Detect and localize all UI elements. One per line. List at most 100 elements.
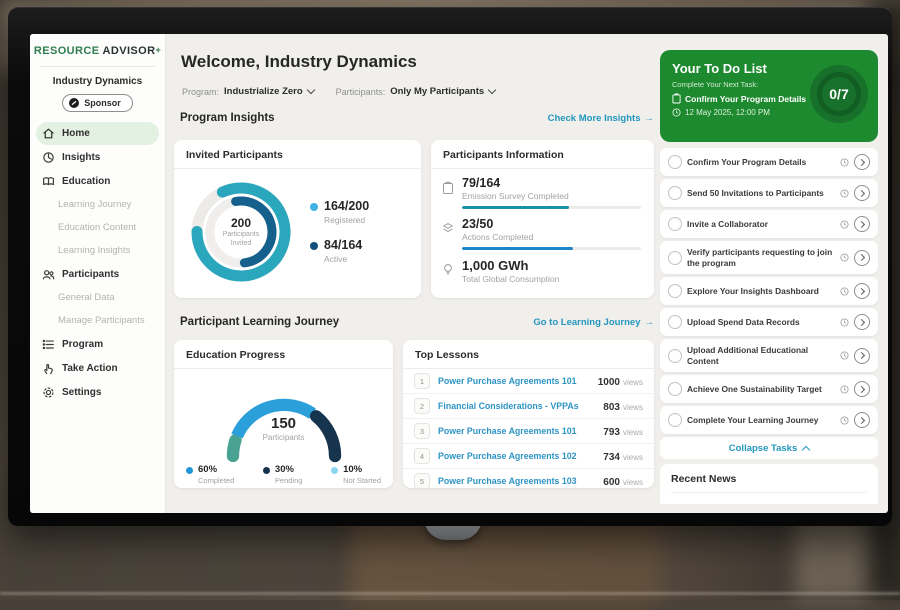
- not-started-dot-icon: [331, 467, 338, 474]
- participants-filter[interactable]: Participants: Only My Participants: [336, 86, 496, 97]
- monitor-bezel: RESOURCE ADVISOR+ Industry Dynamics Spon…: [8, 7, 892, 526]
- lesson-row: 2 Financial Considerations - VPPAs 803vi…: [403, 394, 654, 419]
- task-checkbox[interactable]: [668, 284, 682, 298]
- logo-plus: +: [155, 45, 161, 55]
- chevron-right-icon[interactable]: [854, 216, 870, 232]
- logo-advisor: ADVISOR: [103, 45, 156, 57]
- task-checkbox[interactable]: [668, 251, 682, 265]
- active-label: Active: [324, 254, 362, 264]
- task-checkbox[interactable]: [668, 186, 682, 200]
- todo-task[interactable]: Upload Spend Data Records: [660, 308, 878, 336]
- sidebar-item-participants[interactable]: Participants: [30, 262, 165, 286]
- clock-icon: [840, 220, 849, 229]
- home-icon: [42, 127, 55, 140]
- donut-center-label: Participants Invited: [215, 231, 267, 249]
- sidebar-item-education-content[interactable]: Education Content: [30, 216, 165, 239]
- sidebar-item-education[interactable]: Education: [30, 169, 165, 193]
- todo-task[interactable]: Explore Your Insights Dashboard: [660, 277, 878, 305]
- collapse-tasks-link[interactable]: Collapse Tasks: [660, 437, 878, 459]
- gauge-legend: 60% Completed 30% Pending: [174, 463, 393, 485]
- chevron-right-icon[interactable]: [854, 283, 870, 299]
- go-to-learning-journey-link[interactable]: Go to Learning Journey →: [533, 317, 654, 328]
- views-label: views: [623, 428, 643, 437]
- lesson-rank: 4: [414, 448, 430, 464]
- chevron-right-icon[interactable]: [854, 314, 870, 330]
- chevron-down-icon[interactable]: [306, 86, 314, 94]
- sidebar-item-program[interactable]: Program: [30, 332, 165, 356]
- sidebar-item-learning-insights[interactable]: Learning Insights: [30, 239, 165, 262]
- sidebar-item-home[interactable]: Home: [36, 122, 159, 145]
- task-checkbox[interactable]: [668, 349, 682, 363]
- participants-filter-value: Only My Participants: [390, 86, 484, 97]
- todo-task[interactable]: Complete Your Learning Journey: [660, 406, 878, 434]
- learning-cards-row: Education Progress 150 Participants: [174, 340, 654, 488]
- todo-task[interactable]: Confirm Your Program Details: [660, 148, 878, 176]
- education-gauge-chart: 150 Participants: [189, 375, 379, 463]
- invited-donut-chart: 200 Participants Invited: [186, 177, 296, 287]
- chevron-right-icon[interactable]: [854, 348, 870, 364]
- chevron-right-icon[interactable]: [854, 250, 870, 266]
- sidebar-item-take-action[interactable]: Take Action: [30, 356, 165, 380]
- sponsor-icon: [69, 98, 79, 108]
- chevron-right-icon[interactable]: [854, 412, 870, 428]
- sidebar-item-general-data[interactable]: General Data: [30, 286, 165, 309]
- lesson-link[interactable]: Financial Considerations - VPPAs: [438, 401, 595, 411]
- sidebar-item-insights[interactable]: Insights: [30, 145, 165, 169]
- filters-row: Program: Industrialize Zero Participants…: [182, 86, 495, 97]
- lesson-link[interactable]: Power Purchase Agreements 101: [438, 376, 590, 386]
- stat-value: 79/164: [462, 177, 641, 190]
- dashboard-screen: RESOURCE ADVISOR+ Industry Dynamics Spon…: [30, 34, 888, 513]
- lesson-row: 4 Power Purchase Agreements 102 734views: [403, 444, 654, 469]
- registered-label: Registered: [324, 215, 369, 225]
- top-lessons-card: Top Lessons 1 Power Purchase Agreements …: [403, 340, 654, 488]
- sidebar-item-learning-journey[interactable]: Learning Journey: [30, 193, 165, 216]
- check-more-insights-link[interactable]: Check More Insights →: [548, 113, 654, 124]
- views-label: views: [623, 378, 643, 387]
- gauge-center-value: 150: [189, 415, 379, 432]
- sidebar-item-label: Take Action: [62, 363, 118, 374]
- sidebar-item-settings[interactable]: Settings: [30, 380, 165, 404]
- task-checkbox[interactable]: [668, 155, 682, 169]
- chevron-right-icon[interactable]: [854, 154, 870, 170]
- task-checkbox[interactable]: [668, 217, 682, 231]
- todo-task[interactable]: Invite a Collaborator: [660, 210, 878, 238]
- program-filter-value: Industrialize Zero: [224, 86, 303, 97]
- todo-task[interactable]: Verify participants requesting to join t…: [660, 241, 878, 274]
- sidebar-item-manage-participants[interactable]: Manage Participants: [30, 309, 165, 332]
- todo-task[interactable]: Achieve One Sustainability Target: [660, 375, 878, 403]
- views-count: 793: [603, 427, 620, 438]
- chevron-right-icon[interactable]: [854, 381, 870, 397]
- participants-information-card: Participants Information 79/164 Emission…: [431, 140, 654, 298]
- todo-task[interactable]: Upload Additional Educational Content: [660, 339, 878, 372]
- chevron-down-icon[interactable]: [488, 86, 496, 94]
- org-name: Industry Dynamics: [30, 76, 165, 87]
- todo-task[interactable]: Send 50 Invitations to Participants: [660, 179, 878, 207]
- task-checkbox[interactable]: [668, 382, 682, 396]
- task-checkbox[interactable]: [668, 413, 682, 427]
- task-checkbox[interactable]: [668, 315, 682, 329]
- link-label: Go to Learning Journey: [533, 317, 640, 328]
- completed-dot-icon: [186, 467, 193, 474]
- lesson-link[interactable]: Power Purchase Agreements 103: [438, 476, 595, 486]
- todo-progress-count: 0/7: [829, 86, 848, 102]
- todo-panel: Your To Do List Complete Your Next Task:…: [660, 50, 878, 504]
- gauge-center-label: Participants: [189, 433, 379, 442]
- lesson-link[interactable]: Power Purchase Agreements 101: [438, 426, 595, 436]
- clipboard-icon: [672, 93, 681, 104]
- insights-cards-row: Invited Participants 200 Participants In…: [174, 140, 654, 298]
- legend-label: Not Started: [343, 476, 381, 485]
- program-filter[interactable]: Program: Industrialize Zero: [182, 86, 314, 97]
- lesson-link[interactable]: Power Purchase Agreements 102: [438, 451, 595, 461]
- chevron-right-icon[interactable]: [854, 185, 870, 201]
- sidebar-item-label: Participants: [62, 269, 119, 280]
- sponsor-badge[interactable]: Sponsor: [62, 94, 133, 112]
- lesson-row: 3 Power Purchase Agreements 101 793views: [403, 419, 654, 444]
- arrow-right-icon: →: [645, 317, 655, 328]
- lesson-rank: 1: [414, 373, 430, 389]
- legend-active: 84/164 Active: [310, 239, 369, 264]
- views-label: views: [623, 478, 643, 487]
- donut-legend: 164/200 Registered 84/164 Active: [310, 200, 369, 264]
- legend-completed: 60% Completed: [186, 465, 234, 485]
- logo-resource: RESOURCE: [34, 45, 100, 57]
- sidebar-item-label: Home: [62, 128, 90, 139]
